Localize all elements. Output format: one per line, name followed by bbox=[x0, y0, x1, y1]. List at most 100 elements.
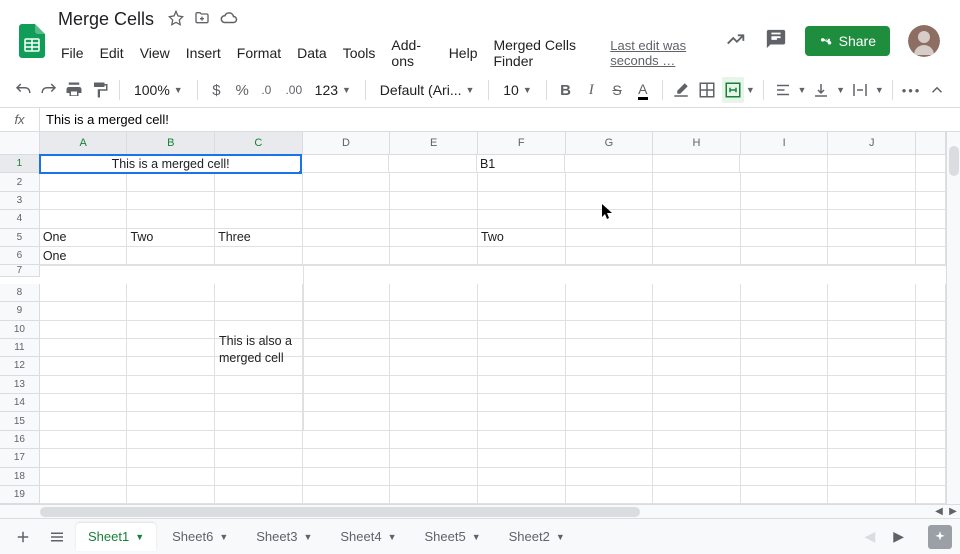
cell[interactable] bbox=[478, 302, 566, 320]
cell[interactable] bbox=[303, 265, 391, 266]
row-header-18[interactable]: 18 bbox=[0, 468, 40, 486]
row-header-15[interactable]: 15 bbox=[0, 412, 40, 430]
cell[interactable] bbox=[828, 247, 916, 265]
cell[interactable] bbox=[828, 210, 916, 228]
cell[interactable] bbox=[828, 321, 916, 339]
scroll-right-icon[interactable]: ▶ bbox=[946, 506, 960, 517]
cell[interactable] bbox=[828, 284, 916, 302]
cell[interactable] bbox=[566, 265, 654, 266]
row-header-6[interactable]: 6 bbox=[0, 247, 40, 265]
col-header-h[interactable]: H bbox=[653, 132, 741, 155]
cell[interactable] bbox=[653, 376, 741, 394]
tab-sheet5[interactable]: Sheet5▼ bbox=[413, 523, 493, 551]
comments-icon[interactable] bbox=[765, 28, 787, 53]
cell[interactable] bbox=[127, 321, 215, 339]
bold-button[interactable]: B bbox=[555, 77, 577, 103]
cell[interactable] bbox=[303, 210, 391, 228]
scroll-left-icon[interactable]: ◀ bbox=[932, 506, 946, 517]
cell[interactable] bbox=[390, 302, 478, 320]
cell[interactable] bbox=[40, 468, 128, 486]
text-color-button[interactable]: A bbox=[632, 77, 654, 103]
cell[interactable] bbox=[127, 412, 215, 430]
cell[interactable] bbox=[389, 155, 477, 173]
cell[interactable] bbox=[828, 468, 916, 486]
cell[interactable] bbox=[127, 284, 215, 302]
cell[interactable] bbox=[828, 357, 916, 375]
cell[interactable] bbox=[390, 468, 478, 486]
cloud-icon[interactable] bbox=[220, 9, 238, 30]
document-title[interactable]: Merge Cells bbox=[54, 8, 158, 31]
cell[interactable] bbox=[566, 339, 654, 357]
cell[interactable]: Two bbox=[478, 229, 566, 247]
cell[interactable] bbox=[653, 192, 741, 210]
cell[interactable] bbox=[390, 486, 478, 504]
percent-button[interactable]: % bbox=[231, 77, 253, 103]
menu-insert[interactable]: Insert bbox=[179, 41, 228, 65]
cell[interactable] bbox=[478, 449, 566, 467]
cell[interactable] bbox=[127, 247, 215, 265]
cell[interactable] bbox=[828, 302, 916, 320]
cell[interactable] bbox=[303, 486, 391, 504]
cell[interactable] bbox=[390, 229, 478, 247]
col-header-e[interactable]: E bbox=[390, 132, 478, 155]
row-header-13[interactable]: 13 bbox=[0, 376, 40, 394]
vertical-align-button[interactable] bbox=[810, 77, 832, 103]
cell[interactable] bbox=[566, 468, 654, 486]
cell[interactable] bbox=[828, 339, 916, 357]
cell[interactable] bbox=[390, 412, 478, 430]
currency-button[interactable]: $ bbox=[206, 77, 228, 103]
cell[interactable] bbox=[741, 339, 829, 357]
cell[interactable] bbox=[741, 376, 829, 394]
cell[interactable] bbox=[653, 412, 741, 430]
vertical-scroll-thumb[interactable] bbox=[949, 146, 959, 176]
cell[interactable] bbox=[653, 486, 741, 504]
tab-sheet2[interactable]: Sheet2▼ bbox=[497, 523, 577, 551]
cell[interactable] bbox=[40, 339, 128, 357]
cell[interactable] bbox=[303, 412, 391, 430]
cell[interactable] bbox=[390, 192, 478, 210]
cell[interactable] bbox=[478, 468, 566, 486]
cell[interactable] bbox=[478, 247, 566, 265]
cell[interactable] bbox=[127, 192, 215, 210]
cell[interactable] bbox=[566, 284, 654, 302]
cell[interactable] bbox=[653, 265, 741, 266]
fill-color-button[interactable] bbox=[671, 77, 693, 103]
cell[interactable] bbox=[478, 210, 566, 228]
menu-merged-cells-finder[interactable]: Merged Cells Finder bbox=[486, 33, 600, 73]
cell[interactable] bbox=[653, 155, 741, 173]
cell[interactable] bbox=[741, 265, 829, 266]
cell[interactable] bbox=[390, 394, 478, 412]
cell[interactable] bbox=[303, 468, 391, 486]
cell[interactable] bbox=[741, 302, 829, 320]
row-header-12[interactable]: 12 bbox=[0, 357, 40, 375]
cell[interactable] bbox=[478, 431, 566, 449]
cell[interactable] bbox=[566, 173, 654, 191]
cell[interactable] bbox=[828, 449, 916, 467]
row-header-1[interactable]: 1 bbox=[0, 155, 40, 173]
row-header-17[interactable]: 17 bbox=[0, 449, 40, 467]
cell[interactable] bbox=[828, 412, 916, 430]
tab-nav-right-icon[interactable]: ▶ bbox=[893, 528, 904, 545]
cell[interactable] bbox=[566, 302, 654, 320]
explore-button[interactable] bbox=[928, 525, 952, 549]
undo-button[interactable] bbox=[12, 77, 34, 103]
cell[interactable] bbox=[40, 192, 128, 210]
horizontal-align-button[interactable] bbox=[772, 77, 794, 103]
tab-sheet1[interactable]: Sheet1▼ bbox=[76, 523, 156, 551]
cell[interactable] bbox=[478, 321, 566, 339]
row-header-7[interactable]: 7 bbox=[0, 265, 40, 277]
cell[interactable] bbox=[566, 229, 654, 247]
cell[interactable] bbox=[741, 247, 829, 265]
row-header-19[interactable]: 19 bbox=[0, 486, 40, 504]
cell[interactable] bbox=[566, 412, 654, 430]
cell[interactable] bbox=[303, 394, 391, 412]
cell[interactable] bbox=[478, 412, 566, 430]
col-header-b[interactable]: B bbox=[127, 132, 215, 155]
format-select[interactable]: 123▼ bbox=[309, 77, 357, 103]
cell[interactable] bbox=[741, 412, 829, 430]
cell[interactable] bbox=[127, 376, 215, 394]
cell[interactable] bbox=[215, 173, 303, 191]
row-header-10[interactable]: 10 bbox=[0, 321, 40, 339]
horizontal-scrollbar[interactable]: ◀ ▶ bbox=[0, 504, 960, 518]
tab-sheet3[interactable]: Sheet3▼ bbox=[244, 523, 324, 551]
